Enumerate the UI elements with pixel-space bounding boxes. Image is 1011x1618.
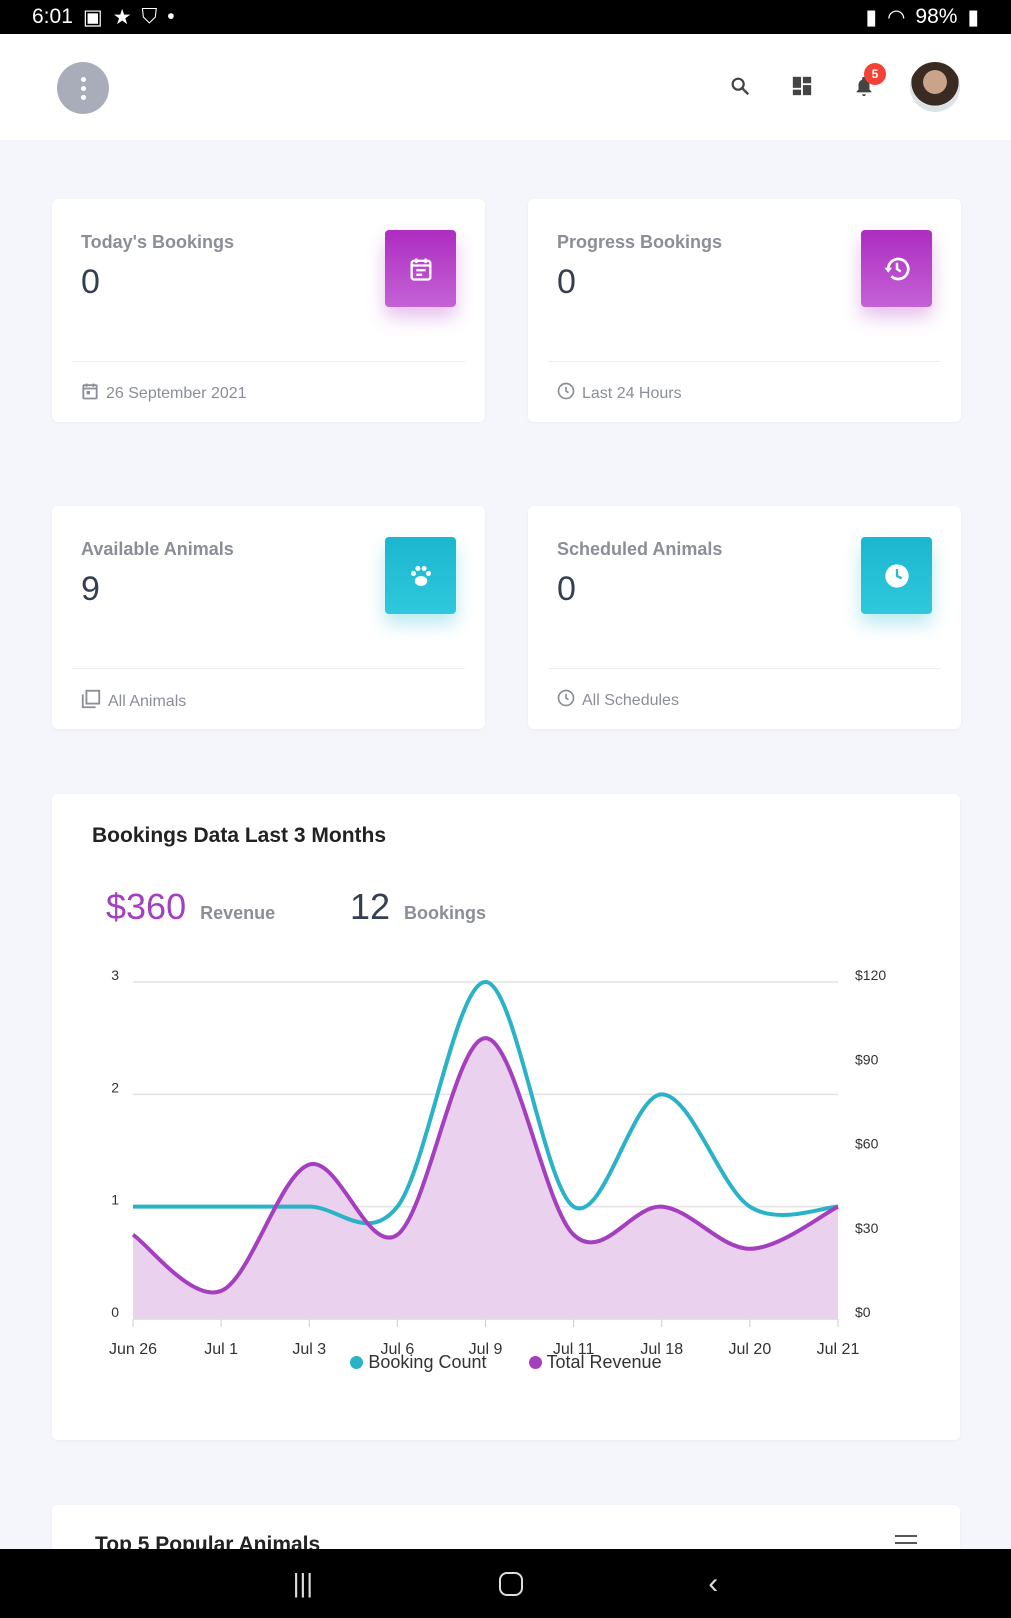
y-left-tick-label: 3 bbox=[111, 967, 119, 983]
android-nav-bar: ||| ‹ bbox=[0, 1549, 1011, 1618]
calendar-icon bbox=[80, 381, 100, 406]
legend-booking-count[interactable]: Booking Count bbox=[350, 1352, 487, 1373]
calendar-icon bbox=[385, 230, 456, 307]
battery-icon: ▮ bbox=[967, 5, 979, 29]
gallery-icon: ▣ bbox=[82, 5, 103, 29]
stat-footer[interactable]: All Schedules bbox=[556, 688, 679, 713]
y-right-tick-label: $120 bbox=[855, 967, 886, 983]
stat-card: Progress Bookings 0 Last 24 Hours bbox=[528, 199, 961, 422]
stat-card: Scheduled Animals 0 All Schedules bbox=[528, 506, 961, 729]
divider bbox=[548, 668, 941, 669]
library-icon bbox=[80, 688, 102, 715]
paw-icon bbox=[385, 537, 456, 614]
stat-title: Progress Bookings bbox=[557, 232, 723, 252]
stat-title: Scheduled Animals bbox=[557, 539, 723, 559]
stat-title: Available Animals bbox=[81, 539, 234, 559]
avatar[interactable] bbox=[910, 62, 960, 112]
clock-icon bbox=[861, 537, 932, 614]
back-button[interactable]: ‹ bbox=[708, 1567, 718, 1601]
y-left-tick-label: 2 bbox=[111, 1079, 119, 1095]
stat-footer[interactable]: 26 September 2021 bbox=[80, 381, 247, 406]
y-left-tick-label: 1 bbox=[111, 1192, 119, 1208]
legend-total-revenue[interactable]: Total Revenue bbox=[528, 1352, 662, 1373]
dashboard-icon[interactable] bbox=[788, 72, 816, 100]
stat-value: 9 bbox=[81, 570, 100, 608]
top-bar: 5 bbox=[0, 34, 1011, 140]
history-icon bbox=[861, 230, 932, 307]
bookings-chart-card: Bookings Data Last 3 Months $360 Revenue … bbox=[52, 794, 960, 1440]
stat-card: Available Animals 9 All Animals bbox=[52, 506, 485, 729]
notification-badge: 5 bbox=[864, 63, 886, 85]
divider bbox=[72, 668, 465, 669]
stat-value: 0 bbox=[81, 263, 100, 301]
clock-icon bbox=[556, 688, 576, 713]
clock-icon bbox=[556, 381, 576, 406]
y-right-tick-label: $60 bbox=[855, 1136, 879, 1152]
stat-value: 0 bbox=[557, 570, 576, 608]
stat-title: Today's Bookings bbox=[81, 232, 234, 252]
stat-footer[interactable]: Last 24 Hours bbox=[556, 381, 682, 406]
stat-value: 0 bbox=[557, 263, 576, 301]
wifi-icon: ◠ bbox=[887, 5, 906, 29]
battery-saver-icon: ▮ bbox=[865, 5, 878, 29]
search-icon[interactable] bbox=[726, 72, 754, 100]
home-button[interactable] bbox=[498, 1571, 523, 1596]
recent-apps-button[interactable]: ||| bbox=[293, 1568, 313, 1599]
clock: 6:01 bbox=[32, 5, 73, 28]
stat-card: Today's Bookings 0 26 September 2021 bbox=[52, 199, 485, 422]
divider bbox=[548, 361, 941, 362]
chart-legend: Booking Count Total Revenue bbox=[52, 1352, 960, 1373]
stat-footer[interactable]: All Animals bbox=[80, 688, 186, 715]
bookings-line-chart: 0123$0$30$60$90$120Jun 26 Jul 1 Jul 3 Jul 6… bbox=[109, 967, 886, 1354]
divider bbox=[72, 361, 465, 362]
battery-level: 98% bbox=[915, 5, 958, 28]
y-right-tick-label: $30 bbox=[855, 1220, 879, 1236]
status-bar: 6:01 ▣ ★ ⛉ • ▮ ◠ 98% ▮ bbox=[0, 0, 1011, 34]
y-right-tick-label: $90 bbox=[855, 1051, 879, 1067]
y-left-tick-label: 0 bbox=[111, 1304, 119, 1320]
shield-icon: ⛉ bbox=[141, 5, 158, 28]
more-menu-button[interactable] bbox=[57, 62, 109, 114]
y-right-tick-label: $0 bbox=[855, 1304, 871, 1320]
dot-icon: • bbox=[167, 5, 175, 28]
star-icon: ★ bbox=[112, 5, 132, 29]
